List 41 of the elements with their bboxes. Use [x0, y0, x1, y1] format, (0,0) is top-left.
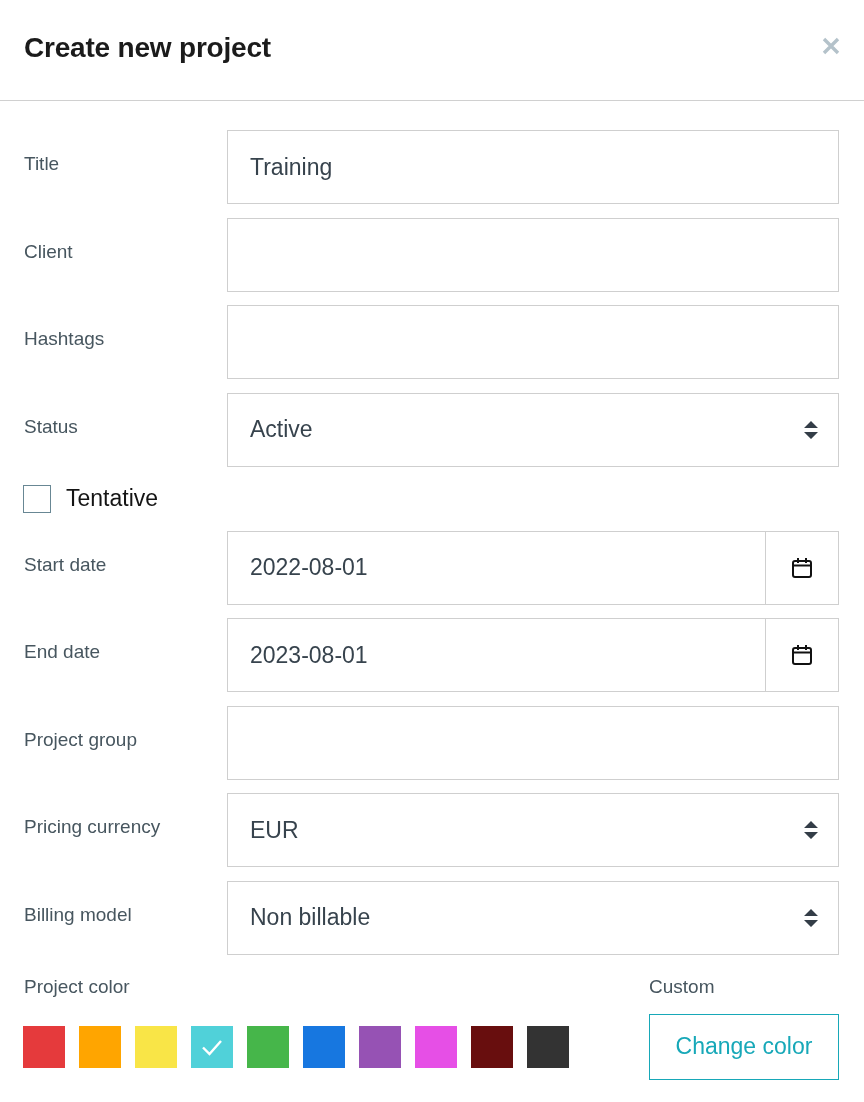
date-field[interactable]: 2023-08-01 — [227, 618, 766, 692]
date-field[interactable]: 2022-08-01 — [227, 530, 766, 605]
text-field[interactable]: Training — [227, 130, 839, 204]
color-swatch[interactable] — [359, 1025, 401, 1068]
calendar-button[interactable] — [766, 530, 839, 605]
checkbox[interactable] — [23, 484, 51, 513]
field-label: Title — [24, 153, 61, 176]
select-field[interactable]: Active — [227, 392, 839, 467]
field-label: Pricing currency — [24, 816, 162, 839]
dialog-title: Create new project — [24, 32, 271, 64]
field-label: Client — [24, 240, 74, 264]
color-swatch[interactable] — [415, 1025, 457, 1068]
text-field[interactable] — [227, 217, 839, 292]
color-swatch[interactable] — [135, 1025, 177, 1068]
checkbox-label: Tentative — [66, 485, 159, 512]
field-label: Billing model — [24, 903, 133, 927]
field-label: Start date — [24, 553, 108, 577]
select-field[interactable]: Non billable — [227, 880, 839, 955]
close-icon[interactable] — [822, 37, 840, 55]
calendar-button[interactable] — [766, 618, 839, 692]
select-field[interactable]: EUR — [227, 793, 839, 867]
color-swatch[interactable] — [79, 1025, 121, 1068]
field-label: Project group — [24, 728, 138, 752]
color-swatch[interactable] — [23, 1025, 65, 1068]
text-field[interactable] — [227, 705, 839, 780]
field-label: End date — [24, 641, 102, 664]
calendar-icon — [791, 556, 813, 579]
field-label: Hashtags — [24, 328, 106, 351]
calendar-icon — [791, 644, 813, 666]
caret-icon — [804, 821, 818, 839]
field-label: Project color — [24, 975, 131, 998]
color-swatch[interactable] — [191, 1025, 233, 1068]
color-swatch[interactable] — [247, 1025, 289, 1068]
color-swatch[interactable] — [303, 1025, 345, 1068]
field-label: Status — [24, 415, 79, 439]
color-swatch[interactable] — [471, 1025, 513, 1068]
color-swatch[interactable] — [527, 1025, 569, 1068]
text-field[interactable] — [227, 305, 839, 379]
caret-icon — [804, 420, 818, 439]
field-label: Custom — [649, 975, 716, 998]
caret-icon — [804, 908, 818, 927]
